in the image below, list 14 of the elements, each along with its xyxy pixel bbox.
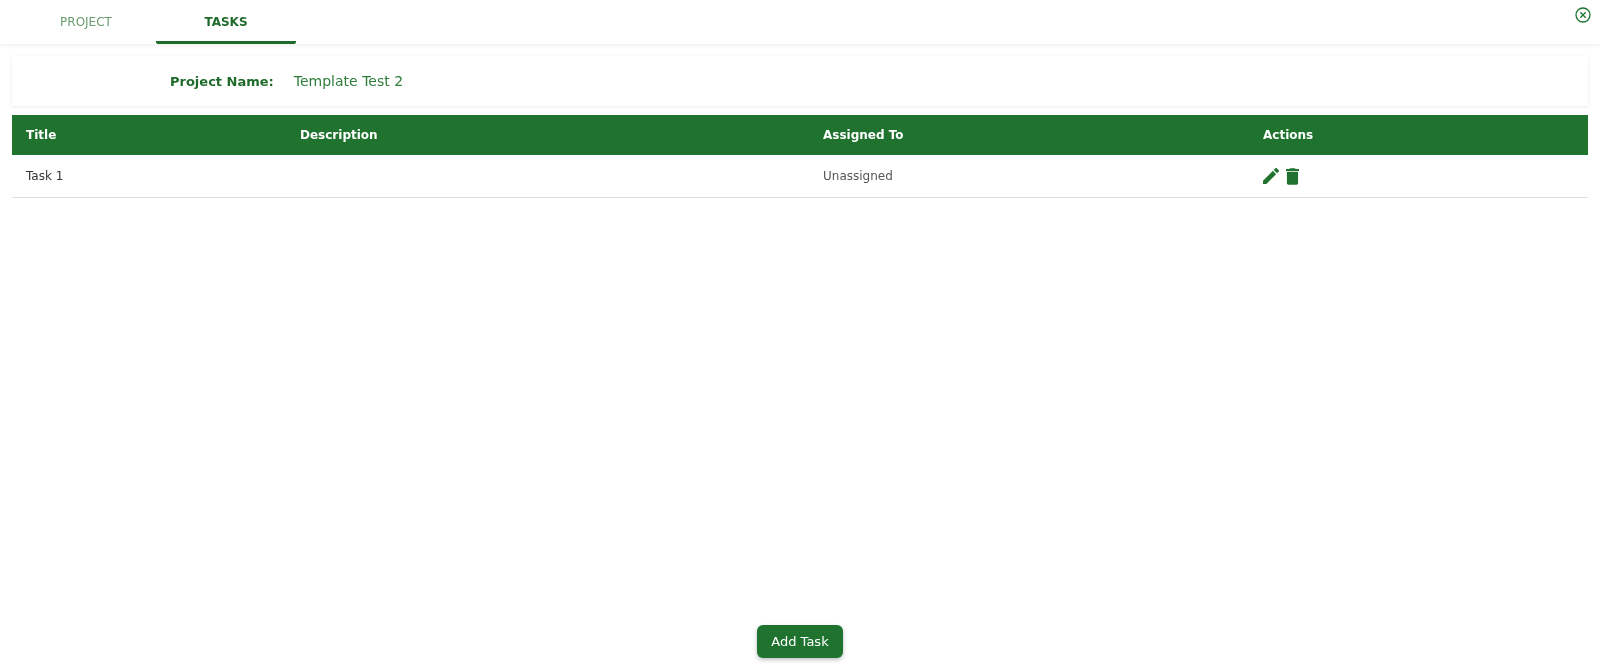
trash-icon[interactable] <box>1286 167 1299 185</box>
tab[interactable]: TASKS <box>156 0 296 44</box>
table-cell: Task 1 <box>26 169 64 183</box>
project-name-value: Template Test 2 <box>293 73 404 89</box>
column-header: Description <box>300 128 378 142</box>
column-header: Actions <box>1263 128 1314 142</box>
project-name-label: Project Name: <box>170 73 274 89</box>
table-cell: Unassigned <box>823 169 893 183</box>
add-task-button[interactable]: Add Task <box>757 625 843 658</box>
pencil-icon[interactable] <box>1263 168 1279 184</box>
column-header: Title <box>26 128 57 142</box>
close-icon[interactable] <box>1575 7 1591 23</box>
column-header: Assigned To <box>823 128 904 142</box>
tab[interactable]: PROJECT <box>16 0 156 44</box>
